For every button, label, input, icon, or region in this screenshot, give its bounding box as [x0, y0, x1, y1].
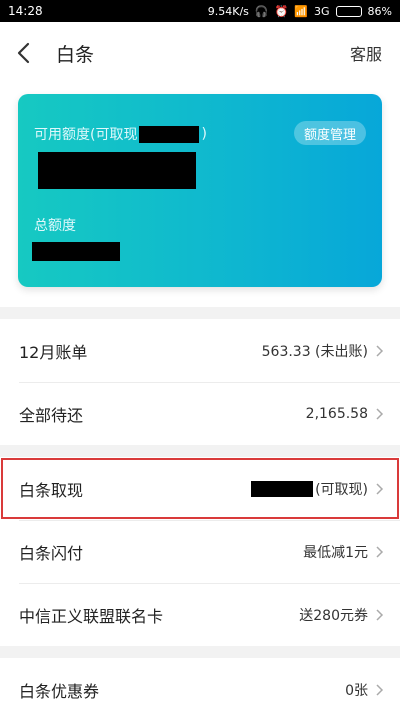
battery-percent: 86%: [367, 4, 392, 18]
headset-icon: 🎧: [254, 4, 269, 18]
network-type: 3G: [314, 4, 330, 18]
redacted-available-amount: [38, 152, 196, 189]
credit-management-button[interactable]: 额度管理: [293, 121, 366, 145]
chevron-right-icon: [376, 407, 384, 420]
chevron-right-icon: [376, 482, 384, 495]
list-item-cobrand-card[interactable]: 中信正义联盟联名卡 送280元券: [0, 583, 400, 646]
chevron-right-icon: [376, 608, 384, 621]
available-credit-label: 可用额度(可取现 ): [34, 125, 207, 143]
redacted-withdraw-amount: [251, 480, 314, 497]
bill-group: 12月账单 563.33 (未出账) 全部待还 2,165.58: [0, 319, 400, 445]
service-group: 白条取现 (可取现) 白条闪付 最低减1元 中信正义联盟联名卡 送280元券: [0, 457, 400, 646]
chevron-right-icon: [376, 545, 384, 558]
list-item-coupons[interactable]: 白条优惠券 0张: [0, 658, 400, 721]
coupon-group: 白条优惠券 0张: [0, 658, 400, 721]
page-title: 白条: [56, 43, 95, 66]
network-speed: 9.54K/s: [207, 4, 249, 18]
total-credit-label: 总额度: [34, 218, 76, 234]
status-bar: 14:28 9.54K/s 🎧 ⏰ 📶 3G 86%: [0, 0, 400, 22]
redacted-total-amount: [32, 242, 120, 261]
credit-card: 可用额度(可取现 ) 额度管理 总额度: [18, 94, 382, 287]
status-time: 14:28: [8, 4, 43, 18]
back-arrow-icon[interactable]: [16, 42, 38, 64]
alarm-icon: ⏰: [274, 4, 289, 18]
signal-icon: 📶: [294, 4, 309, 18]
customer-service-button[interactable]: 客服: [350, 41, 382, 65]
chevron-right-icon: [376, 683, 384, 696]
list-item-bill[interactable]: 12月账单 563.33 (未出账): [0, 319, 400, 382]
status-icons: 9.54K/s 🎧 ⏰ 📶 3G 86%: [208, 5, 392, 18]
list-item-cash-withdraw[interactable]: 白条取现 (可取现): [0, 457, 400, 520]
redacted-cash-amount: [139, 125, 200, 143]
nav-bar: 白条 客服: [0, 22, 400, 84]
card-area: 可用额度(可取现 ) 额度管理 总额度: [0, 84, 400, 307]
battery-icon: [335, 5, 362, 17]
list-item-all-pending[interactable]: 全部待还 2,165.58: [0, 382, 400, 445]
list-item-flash-pay[interactable]: 白条闪付 最低减1元: [0, 520, 400, 583]
chevron-right-icon: [376, 344, 384, 357]
